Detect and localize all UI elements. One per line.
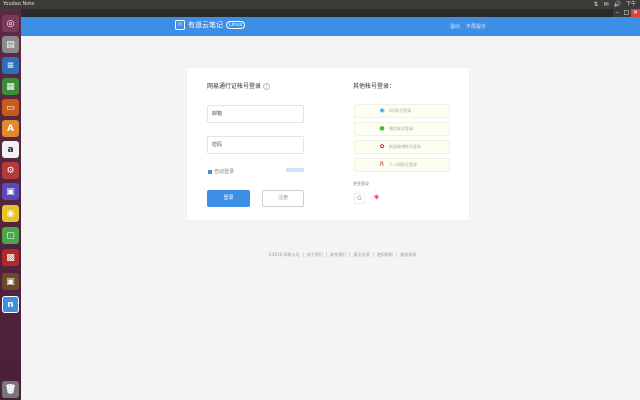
- clock-text[interactable]: 下午: [626, 0, 636, 9]
- image-viewer-icon[interactable]: ▩: [2, 249, 19, 266]
- window-titlebar: [21, 9, 640, 17]
- top-panel: Youdao Note ⇅ ✉ 🔊 下午: [0, 0, 640, 9]
- maximize-button[interactable]: □: [622, 9, 631, 17]
- header-link-exit[interactable]: 退出: [450, 23, 460, 30]
- social-login-button[interactable]: ● 微信帐号登录: [354, 122, 450, 136]
- huawei-icon: ✾: [373, 194, 380, 201]
- provider-label: 微信帐号登录: [389, 126, 413, 131]
- provider-icon: R: [379, 161, 385, 168]
- volume-icon[interactable]: 🔊: [614, 0, 621, 9]
- footer: ©2016 网易公司 | 关于我们 | 联系我们 | 意见反馈 | 使用帮助 | 服务条款: [268, 252, 416, 258]
- writer-icon[interactable]: ≡: [2, 57, 19, 74]
- files-icon[interactable]: ▤: [2, 36, 19, 53]
- header-links: 退出 不再提示: [450, 23, 486, 30]
- password-input[interactable]: 密码: [207, 136, 304, 154]
- footer-separator: |: [395, 252, 398, 257]
- login-button[interactable]: 登录: [207, 190, 250, 207]
- auto-login-label: 自动登录: [214, 169, 235, 175]
- system-tray: ⇅ ✉ 🔊 下午: [593, 0, 636, 9]
- window-title: Youdao Note: [3, 1, 35, 7]
- google-icon: G: [357, 195, 362, 202]
- minimize-button[interactable]: –: [613, 9, 622, 17]
- login-card: 网易通行证帐号登录? 邮箱 密码 自动登录 登录 注册 其他帐号登录： ◉ QQ帐…: [187, 68, 469, 220]
- footer-link[interactable]: 关于我们: [307, 252, 323, 258]
- impress-icon[interactable]: ▭: [2, 99, 19, 116]
- launcher: ◎ ▤ ≡ ▦ ▭ Aa ⚙ ▣ ◉ ▢ ▩ ▣ n 🗑: [0, 9, 21, 400]
- trash-icon[interactable]: 🗑: [2, 381, 19, 398]
- footer-separator: |: [349, 252, 351, 257]
- ubuntu-dash-icon[interactable]: ◎: [2, 15, 19, 32]
- close-button[interactable]: ✕: [631, 9, 640, 17]
- social-login-button[interactable]: R 人人网帐号登录: [354, 158, 450, 172]
- software-center-icon[interactable]: A: [2, 120, 19, 137]
- brand: n 有道云笔记 Linux: [175, 20, 246, 30]
- checkbox-icon[interactable]: [208, 169, 212, 174]
- bundle-icon[interactable]: ▣: [2, 183, 19, 200]
- help-icon[interactable]: ?: [263, 83, 271, 90]
- youdao-note-icon[interactable]: n: [2, 296, 19, 313]
- footer-separator: |: [302, 252, 304, 257]
- register-button[interactable]: 注册: [262, 190, 304, 207]
- username-input[interactable]: 邮箱: [207, 105, 304, 123]
- auto-login-checkbox[interactable]: 自动登录: [208, 168, 234, 175]
- messaging-icon[interactable]: ▢: [2, 227, 19, 244]
- footer-link: ©2016 网易公司: [268, 252, 300, 257]
- photo-icon[interactable]: ▣: [2, 273, 19, 290]
- provider-icon: ✿: [379, 143, 385, 150]
- youdao-logo-icon: n: [175, 20, 185, 30]
- more-login-google-icon[interactable]: G: [354, 193, 365, 204]
- login-title-text: 网易通行证帐号登录: [207, 83, 262, 90]
- more-login-huawei-icon[interactable]: ✾: [371, 193, 382, 204]
- calc-icon[interactable]: ▦: [2, 78, 19, 95]
- footer-link[interactable]: 使用帮助: [377, 252, 393, 258]
- provider-icon: ●: [379, 125, 385, 132]
- social-login-button[interactable]: ✿ 新浪微博帐号登录: [354, 140, 450, 154]
- mail-icon[interactable]: ✉: [603, 0, 608, 9]
- third-party-title: 其他帐号登录：: [353, 83, 396, 90]
- social-login-button[interactable]: ◉ QQ帐号登录: [354, 104, 450, 118]
- footer-link[interactable]: 服务条款: [400, 252, 416, 258]
- forgot-password-link[interactable]: [286, 168, 304, 172]
- network-icon[interactable]: ⇅: [593, 0, 598, 9]
- brand-name: 有道云笔记: [188, 21, 223, 29]
- footer-link[interactable]: 联系我们: [330, 252, 346, 258]
- login-title: 网易通行证帐号登录?: [207, 81, 271, 90]
- provider-label: QQ帐号登录: [389, 108, 412, 113]
- window-controls: – □ ✕: [613, 9, 640, 17]
- provider-icon: ◉: [379, 107, 385, 114]
- settings-icon[interactable]: ⚙: [2, 162, 19, 179]
- footer-link[interactable]: 意见反馈: [354, 252, 370, 258]
- more-login-label[interactable]: 更多登录: [353, 181, 369, 187]
- footer-separator: |: [325, 252, 328, 257]
- provider-label: 人人网帐号登录: [389, 162, 417, 167]
- provider-label: 新浪微博帐号登录: [389, 144, 421, 149]
- footer-separator: |: [372, 252, 374, 257]
- amazon-icon[interactable]: a: [2, 141, 19, 158]
- brand-badge: Linux: [226, 21, 246, 29]
- chrome-icon[interactable]: ◉: [2, 205, 19, 222]
- app-header: n 有道云笔记 Linux 退出 不再提示: [21, 17, 640, 36]
- header-link-dismiss[interactable]: 不再提示: [466, 23, 486, 30]
